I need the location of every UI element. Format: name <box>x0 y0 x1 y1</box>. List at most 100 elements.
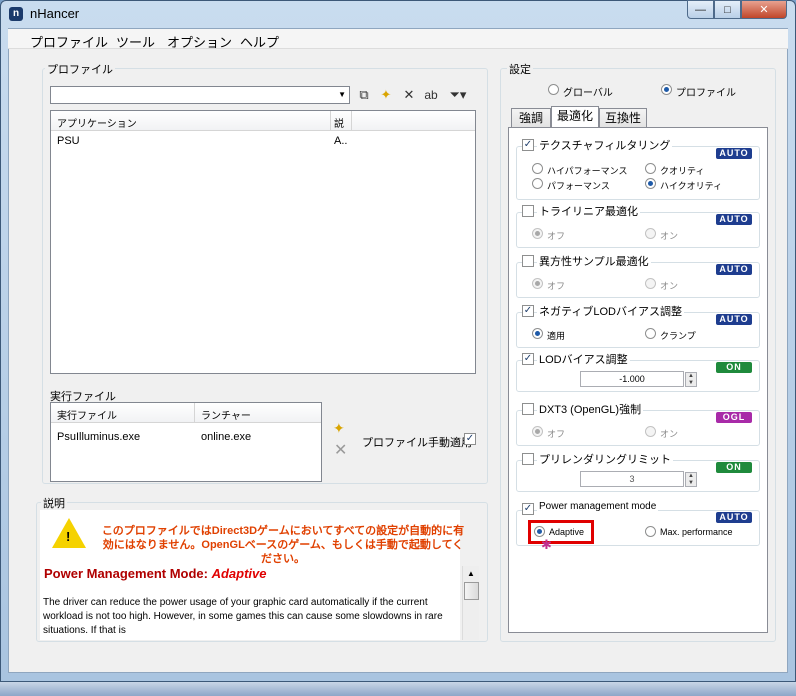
power-checkbox[interactable]: ✓ <box>522 503 534 515</box>
auto-badge: AUTO <box>716 264 752 275</box>
col-description[interactable]: 説 <box>334 115 344 130</box>
menu-profile[interactable]: プロファイル <box>30 32 108 51</box>
power-adaptive-radio[interactable] <box>534 526 545 537</box>
maximize-button[interactable]: □ <box>714 0 741 19</box>
menu-bar: プロファイル ツール オプション ヘルプ <box>8 29 788 51</box>
texture-perf-label: パフォーマンス <box>547 181 610 191</box>
filter-icon[interactable]: ⏷▾ <box>446 86 470 104</box>
warning-text: このプロファイルではDirect3Dゲームにおいてすべての設定が自動的に有効には… <box>101 525 465 565</box>
texture-highquality-radio[interactable] <box>645 178 656 189</box>
trilinear-label: トライリニア最適化 <box>537 203 640 219</box>
title-bar[interactable]: n nHancer — □ ✕ <box>0 0 794 28</box>
app-icon: n <box>9 7 23 21</box>
warning-icon-mark: ! <box>66 529 71 544</box>
profile-list[interactable]: アプリケーション 説 PSU A.. <box>50 110 476 374</box>
prerender-checkbox[interactable] <box>522 453 534 465</box>
busy-cursor-icon: ✱ <box>541 537 552 552</box>
add-exec-icon[interactable]: ✦ <box>333 420 345 437</box>
heading-value: Adaptive <box>211 566 267 581</box>
aniso-label: 異方性サンプル最適化 <box>537 253 651 269</box>
auto-badge: AUTO <box>716 214 752 225</box>
neglod-apply-radio[interactable] <box>532 328 543 339</box>
scroll-up-arrow[interactable]: ▲ <box>465 568 477 579</box>
trilinear-checkbox[interactable] <box>522 205 534 217</box>
aniso-off-radio[interactable] <box>532 278 543 289</box>
col-application[interactable]: アプリケーション <box>57 115 137 130</box>
description-body: The driver can reduce the power usage of… <box>43 597 443 636</box>
auto-badge: AUTO <box>716 512 752 523</box>
table-row[interactable]: PsuIlluminus.exe online.exe <box>51 429 321 445</box>
aniso-checkbox[interactable] <box>522 255 534 267</box>
neglod-clamp-radio[interactable] <box>645 328 656 339</box>
copy-icon[interactable]: ⧉ <box>355 86 373 104</box>
dxt3-on-label: オン <box>660 429 679 439</box>
dxt3-on-radio[interactable] <box>645 426 656 437</box>
exec-list[interactable]: 実行ファイル ランチャー PsuIlluminus.exe online.exe <box>50 402 322 482</box>
texture-highperf-radio[interactable] <box>532 163 543 174</box>
col-exec-file[interactable]: 実行ファイル <box>57 407 117 422</box>
dxt3-checkbox[interactable] <box>522 403 534 415</box>
description-heading: Power Management Mode: Adaptive <box>44 566 266 581</box>
power-maxperf-radio[interactable] <box>645 526 656 537</box>
remove-exec-icon[interactable]: ✕ <box>334 440 347 460</box>
scope-global-radio[interactable] <box>548 84 559 95</box>
menu-help[interactable]: ヘルプ <box>240 32 279 51</box>
close-button[interactable]: ✕ <box>741 0 787 19</box>
trilinear-on-radio[interactable] <box>645 228 656 239</box>
texture-quality-label: クオリティ <box>660 166 705 176</box>
lodbias-checkbox[interactable]: ✓ <box>522 353 534 365</box>
aniso-off-label: オフ <box>547 281 566 291</box>
texture-quality-radio[interactable] <box>645 163 656 174</box>
heading-prefix: Power Management Mode: <box>44 566 212 581</box>
prerender-input[interactable]: 3 <box>580 471 684 487</box>
ogl-badge: OGL <box>716 412 752 423</box>
window-title: nHancer <box>30 6 80 21</box>
rename-icon[interactable]: ab <box>422 86 440 104</box>
scroll-thumb[interactable] <box>464 582 479 600</box>
trilinear-off-radio[interactable] <box>532 228 543 239</box>
texture-perf-radio[interactable] <box>532 178 543 189</box>
scope-global-label: グローバル <box>563 88 613 99</box>
new-profile-icon[interactable]: ✦ <box>377 86 395 104</box>
manual-apply-checkbox[interactable]: ✓ <box>464 433 476 445</box>
texture-filtering-label: テクスチャフィルタリング <box>537 137 673 153</box>
tab-emphasis[interactable]: 強調 <box>511 108 551 128</box>
lodbias-input[interactable]: -1.000 <box>580 371 684 387</box>
menu-tools[interactable]: ツール <box>116 32 155 51</box>
taskbar <box>0 682 796 696</box>
profile-group-label: プロファイル <box>45 61 115 77</box>
description-scrollbar[interactable]: ▲ <box>462 566 479 640</box>
dxt3-off-radio[interactable] <box>532 426 543 437</box>
power-maxperf-label: Max. performance <box>660 527 733 537</box>
description-group-label: 説明 <box>41 495 67 511</box>
power-label: Power management mode <box>537 501 659 512</box>
texture-highquality-label: ハイクオリティ <box>660 181 723 191</box>
neglod-apply-label: 適用 <box>547 331 566 341</box>
profile-search-combo[interactable]: ▼ <box>50 86 350 104</box>
tab-optimization[interactable]: 最適化 <box>551 106 599 128</box>
lodbias-spin[interactable]: ▲ ▼ <box>685 372 697 387</box>
row-desc: A.. <box>334 135 348 147</box>
delete-icon[interactable]: ✕ <box>400 86 418 104</box>
manual-apply-label: プロファイル手動適用 <box>362 437 472 449</box>
texture-highperf-label: ハイパフォーマンス <box>547 166 628 176</box>
prerender-spin[interactable]: ▲ ▼ <box>685 472 697 487</box>
trilinear-off-label: オフ <box>547 231 566 241</box>
neglod-label: ネガティブLODバイアス調整 <box>537 303 684 319</box>
row-launcher: online.exe <box>201 431 252 443</box>
col-launcher[interactable]: ランチャー <box>201 407 251 422</box>
row-exec-file: PsuIlluminus.exe <box>57 431 141 443</box>
minimize-button[interactable]: — <box>687 0 714 19</box>
table-row[interactable]: PSU A.. <box>51 133 351 149</box>
texture-filtering-checkbox[interactable]: ✓ <box>522 139 534 151</box>
dxt3-off-label: オフ <box>547 429 566 439</box>
tab-compatibility[interactable]: 互換性 <box>599 108 647 128</box>
scope-profile-label: プロファイル <box>676 88 736 99</box>
on-badge: ON <box>716 362 752 373</box>
aniso-on-radio[interactable] <box>645 278 656 289</box>
menu-options[interactable]: オプション <box>167 32 232 51</box>
scope-profile-radio[interactable] <box>661 84 672 95</box>
neglod-checkbox[interactable]: ✓ <box>522 305 534 317</box>
row-app: PSU <box>57 135 80 147</box>
chevron-down-icon[interactable]: ▼ <box>338 90 346 99</box>
